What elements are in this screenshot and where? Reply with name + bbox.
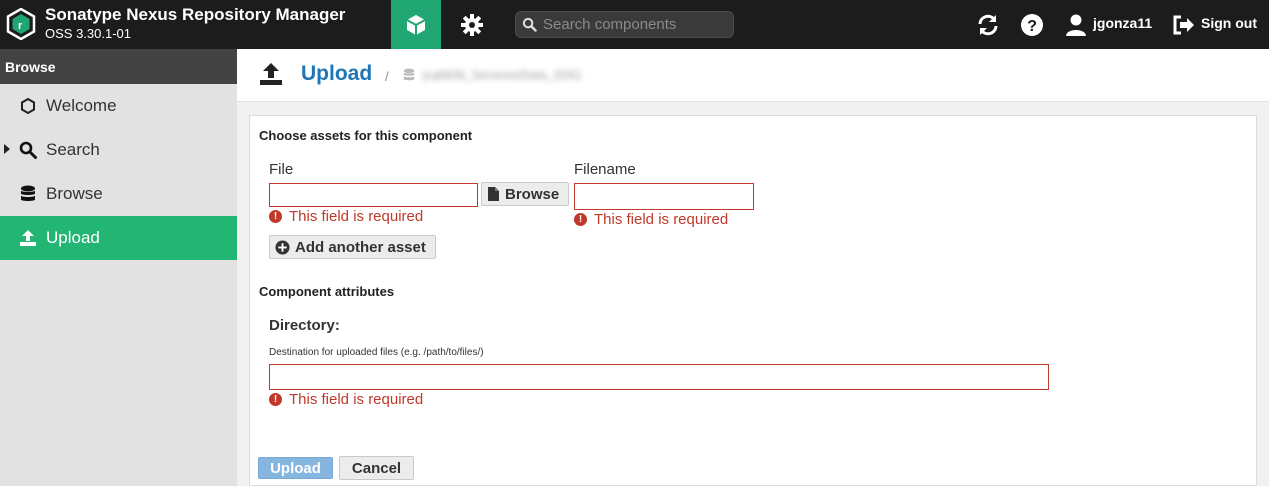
database-icon xyxy=(19,185,37,203)
search-box xyxy=(515,11,734,38)
sidebar: Browse Welcome Search Browse Upload xyxy=(0,49,237,486)
exclamation-icon: ! xyxy=(269,393,282,406)
user-name[interactable]: jgonza11 xyxy=(1093,15,1152,31)
sidebar-item-label: Browse xyxy=(46,184,103,203)
add-asset-label: Add another asset xyxy=(295,238,426,256)
user-icon xyxy=(1066,14,1086,36)
sidebar-item-search[interactable]: Search xyxy=(0,128,237,172)
browse-button-label: Browse xyxy=(505,185,560,203)
breadcrumb-repository: jcq6836_Services/Data_2D61 xyxy=(423,68,582,82)
browse-mode-button[interactable] xyxy=(391,0,441,49)
attributes-section-title: Component attributes xyxy=(259,284,395,299)
file-label: File xyxy=(269,161,294,178)
file-input[interactable] xyxy=(269,183,478,207)
sidebar-header: Browse xyxy=(0,49,237,84)
svg-text:r: r xyxy=(18,20,23,32)
filename-error: ! This field is required xyxy=(574,211,728,228)
app-version: OSS 3.30.1-01 xyxy=(45,26,131,41)
cancel-button-label: Cancel xyxy=(351,459,402,477)
search-input[interactable] xyxy=(543,14,728,35)
upload-icon xyxy=(19,229,37,247)
admin-mode-button[interactable] xyxy=(447,0,497,49)
sidebar-item-upload[interactable]: Upload xyxy=(0,216,237,260)
help-button[interactable]: ? xyxy=(1019,12,1045,38)
hexagon-icon xyxy=(19,97,37,115)
sidebar-item-label: Search xyxy=(46,140,100,159)
database-icon xyxy=(403,68,415,81)
app-title: Sonatype Nexus Repository Manager xyxy=(45,5,346,24)
exclamation-icon: ! xyxy=(574,213,587,226)
exclamation-icon: ! xyxy=(269,210,282,223)
sign-out-icon xyxy=(1173,15,1194,35)
directory-input[interactable] xyxy=(269,364,1049,390)
file-error-text: This field is required xyxy=(289,208,424,225)
add-asset-button[interactable]: Add another asset xyxy=(269,235,436,259)
expand-caret-icon[interactable] xyxy=(4,144,10,154)
sidebar-item-label: Upload xyxy=(46,228,100,247)
sidebar-item-label: Welcome xyxy=(46,96,117,115)
upload-icon xyxy=(260,63,282,85)
user-button[interactable] xyxy=(1063,12,1089,38)
filename-error-text: This field is required xyxy=(594,211,729,228)
main-content: Upload / jcq6836_Services/Data_2D61 Choo… xyxy=(237,49,1269,486)
upload-form: Choose assets for this component File Br… xyxy=(249,115,1257,486)
plus-circle-icon xyxy=(275,239,290,255)
breadcrumb-separator: / xyxy=(385,69,389,84)
file-error: ! This field is required xyxy=(269,208,423,225)
search-icon xyxy=(522,17,537,32)
file-icon xyxy=(488,187,499,201)
directory-help-text: Destination for uploaded files (e.g. /pa… xyxy=(269,347,484,358)
filename-input[interactable] xyxy=(574,183,754,210)
svg-text:?: ? xyxy=(1027,18,1037,35)
top-bar: r Sonatype Nexus Repository Manager OSS … xyxy=(0,0,1269,49)
signout-icon-button[interactable] xyxy=(1171,12,1197,38)
search-icon xyxy=(19,141,37,159)
directory-error-text: This field is required xyxy=(289,391,424,408)
refresh-button[interactable] xyxy=(975,12,1001,38)
assets-section-title: Choose assets for this component xyxy=(259,128,473,143)
upload-button[interactable]: Upload xyxy=(258,457,333,479)
sidebar-item-welcome[interactable]: Welcome xyxy=(0,84,237,128)
sidebar-item-browse[interactable]: Browse xyxy=(0,172,237,216)
cancel-button[interactable]: Cancel xyxy=(339,456,414,480)
page-header: Upload / jcq6836_Services/Data_2D61 xyxy=(237,49,1269,102)
page-title[interactable]: Upload xyxy=(301,62,372,86)
filename-label: Filename xyxy=(574,161,636,178)
refresh-icon xyxy=(978,14,998,36)
help-icon: ? xyxy=(1021,14,1043,36)
browse-button[interactable]: Browse xyxy=(481,182,569,206)
directory-error: ! This field is required xyxy=(269,391,423,408)
cube-icon xyxy=(406,14,426,35)
sign-out-link[interactable]: Sign out xyxy=(1201,15,1257,31)
nexus-logo-icon[interactable]: r xyxy=(6,8,36,40)
gear-icon xyxy=(461,13,483,36)
directory-label: Directory: xyxy=(269,317,340,334)
